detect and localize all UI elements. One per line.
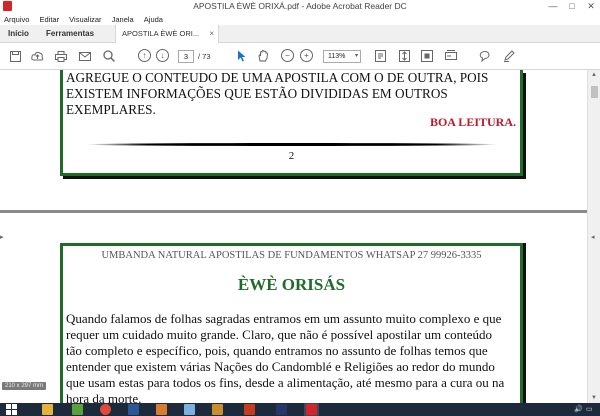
media-player-icon[interactable] — [72, 404, 83, 415]
toolbar: ↑ ↓ 3 / 73 − + 113% ▾ — [0, 43, 600, 70]
full-screen-icon[interactable] — [420, 49, 434, 63]
page-3-line: Quando falamos de folhas sagradas entram… — [66, 311, 502, 326]
select-cursor-icon[interactable] — [234, 49, 248, 63]
save-icon[interactable] — [8, 49, 22, 63]
comment-icon[interactable] — [478, 49, 492, 63]
form-icon[interactable] — [444, 49, 458, 63]
page-total: / 73 — [198, 52, 211, 61]
page-title: ÈWÈ ORISÁS — [237, 275, 346, 294]
email-icon[interactable] — [78, 49, 92, 63]
divider-rule — [85, 143, 499, 146]
maximize-button[interactable]: □ — [563, 0, 581, 13]
collapse-left-panel-icon[interactable]: ▸ — [0, 233, 4, 241]
scroll-up-icon[interactable]: ▲ — [590, 72, 598, 78]
hand-icon[interactable] — [256, 49, 270, 63]
page-2-line: EXISTEM INFORMAÇÕES QUE ESTÃO DIVIDIDAS … — [66, 86, 448, 101]
folder-icon[interactable] — [212, 404, 223, 415]
page-3-body: Quando falamos de folhas sagradas entram… — [66, 311, 518, 403]
search-icon[interactable] — [102, 49, 116, 63]
page-separator — [0, 210, 587, 213]
volume-icon[interactable]: 🔊 — [574, 405, 583, 413]
close-window-button[interactable]: ✕ — [582, 0, 600, 13]
office-icon[interactable] — [156, 404, 167, 415]
page-2-line: AGREGUE O CONTEUDO DE UMA APOSTILA COM O… — [66, 70, 489, 85]
windows-start-icon[interactable] — [6, 404, 17, 415]
tab-document-label: APOSTILA ÈWÈ ORI... — [122, 29, 200, 38]
page-number-label: 2 — [288, 150, 295, 162]
page-3-line: que usam estas para todos os fins, desde… — [66, 375, 505, 390]
page-3-line: hora da morte. — [66, 391, 142, 403]
pen-icon[interactable] — [502, 49, 516, 63]
page-3-line: tão completo e específico, pois, quando … — [66, 343, 488, 358]
photoshop-icon[interactable] — [276, 404, 287, 415]
app-icon[interactable] — [244, 404, 255, 415]
paint-icon[interactable] — [184, 404, 195, 415]
tab-tools[interactable]: Ferramentas — [46, 25, 94, 43]
taskbar: 🔊 ▭ — [0, 403, 600, 416]
tab-bar: Início Ferramentas APOSTILA ÈWÈ ORI... × — [0, 25, 600, 43]
print-icon[interactable] — [54, 49, 68, 63]
fit-page-icon[interactable] — [373, 49, 387, 63]
tab-document[interactable]: APOSTILA ÈWÈ ORI... × — [115, 25, 219, 43]
page-3-line: entender que existem várias Nações do Ca… — [66, 359, 495, 374]
pdf-page-3: UMBANDA NATURAL APOSTILAS DE FUNDAMENTOS… — [60, 243, 523, 403]
title-bar: APOSTILA ÈWÈ ORIXÁ.pdf - Adobe Acrobat R… — [0, 0, 600, 13]
scroll-thumb[interactable] — [591, 86, 598, 98]
signoff-text: BOA LEITURA. — [429, 115, 516, 129]
acrobat-taskbar-icon[interactable] — [306, 404, 317, 415]
page-number-input[interactable]: 3 — [178, 50, 194, 63]
upload-icon[interactable] — [30, 49, 44, 63]
zoom-in-icon[interactable]: + — [300, 49, 313, 62]
page-2-body: AGREGUE O CONTEUDO DE UMA APOSTILA COM O… — [66, 70, 516, 118]
word-icon[interactable] — [128, 404, 139, 415]
tab-close-button[interactable]: × — [209, 25, 214, 42]
zoom-value: 113% — [328, 53, 346, 60]
menu-bar: Arquivo Editar Visualizar Janela Ajuda — [0, 13, 600, 25]
collapse-right-panel-icon[interactable]: ◂ — [591, 233, 595, 241]
chrome-icon[interactable] — [100, 404, 111, 415]
file-explorer-icon[interactable] — [42, 404, 53, 415]
zoom-out-icon[interactable]: − — [281, 49, 294, 62]
page-3-line: requer um cuidado muito grande. Claro, q… — [66, 327, 492, 342]
pdf-page-2: AGREGUE O CONTEUDO DE UMA APOSTILA COM O… — [60, 70, 523, 176]
prev-page-icon[interactable]: ↑ — [138, 49, 151, 62]
window-title: APOSTILA ÈWÈ ORIXÁ.pdf - Adobe Acrobat R… — [193, 1, 407, 11]
zoom-select[interactable]: 113% ▾ — [323, 50, 361, 63]
next-page-icon[interactable]: ↓ — [156, 49, 169, 62]
page-header: UMBANDA NATURAL APOSTILAS DE FUNDAMENTOS… — [101, 250, 482, 261]
notification-icon[interactable]: ▭ — [586, 405, 593, 413]
document-viewer[interactable]: AGREGUE O CONTEUDO DE UMA APOSTILA COM O… — [0, 70, 600, 403]
page-size-indicator: 210 x 297 mm — [2, 382, 47, 390]
minimize-button[interactable]: — — [544, 0, 562, 13]
scroll-down-icon[interactable]: ▼ — [590, 395, 598, 401]
tab-home[interactable]: Início — [8, 25, 29, 43]
scroll-mode-icon[interactable] — [397, 49, 411, 63]
chevron-down-icon: ▾ — [354, 53, 358, 59]
